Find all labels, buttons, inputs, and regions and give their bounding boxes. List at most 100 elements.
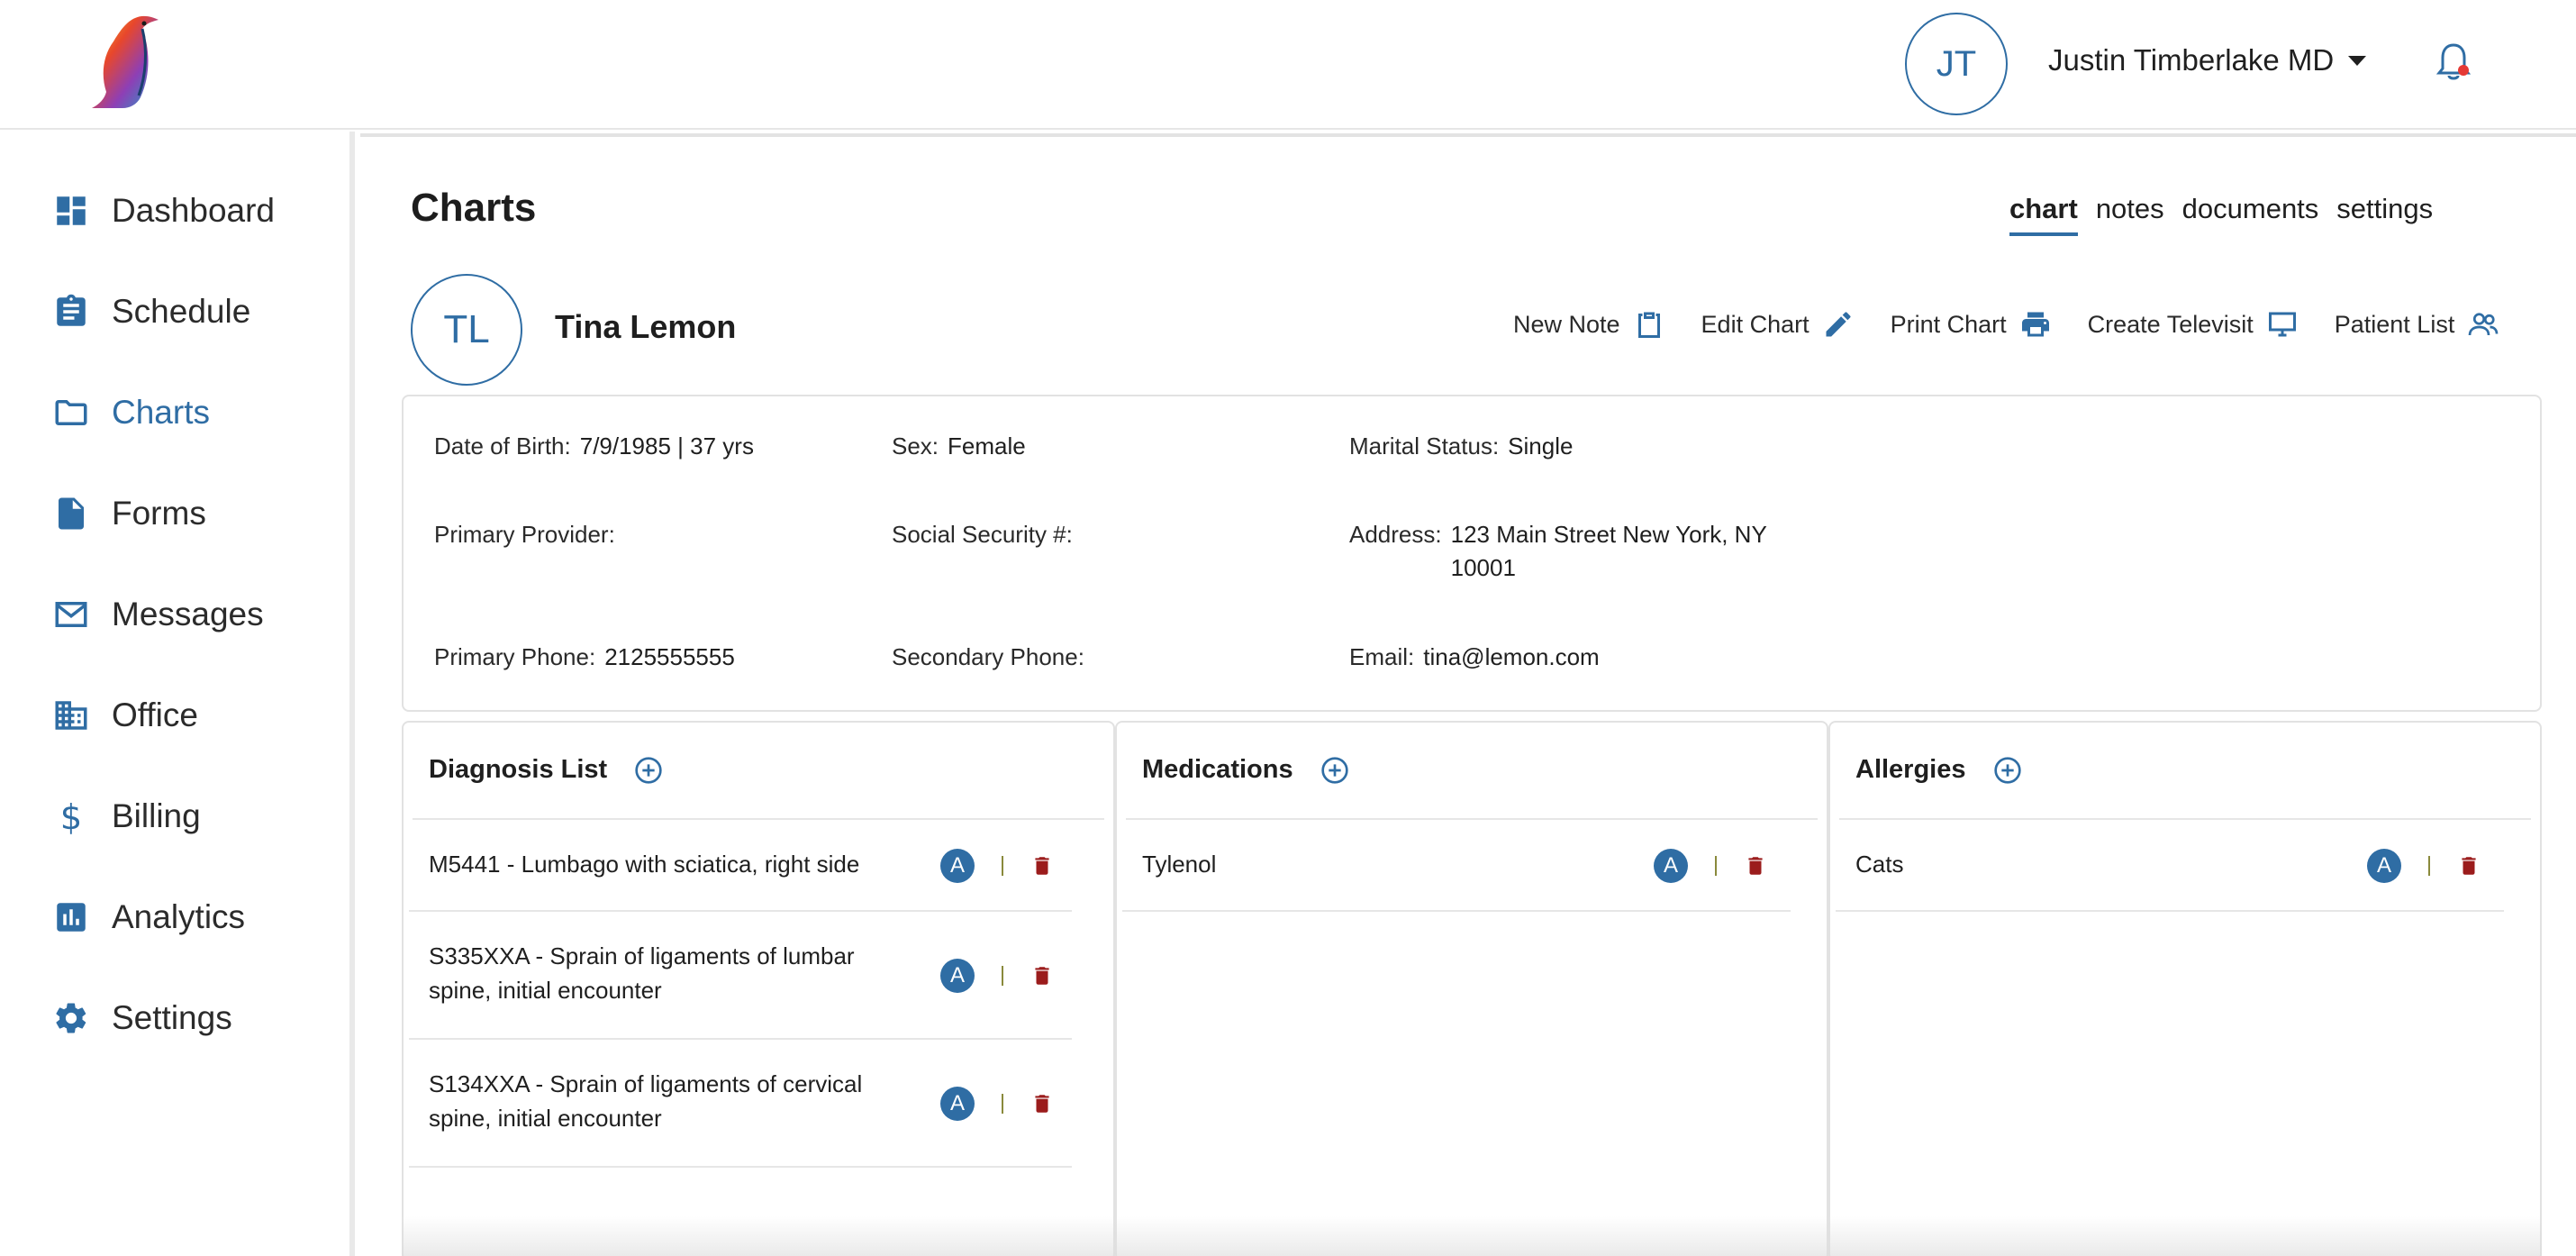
sidebar-item-schedule[interactable]: Schedule [52,285,250,339]
patient-list-button[interactable]: Patient List [2335,308,2500,341]
edit-chart-button[interactable]: Edit Chart [1701,308,1855,341]
row-tools: A [940,959,1054,993]
gear-icon [56,1003,86,1033]
diagnosis-line: S335XXA - Sprain of ligaments of lumbar [429,942,855,969]
divider [1715,856,1717,876]
sidebar-item-office[interactable]: Office [52,688,198,742]
diagnosis-list-header: Diagnosis List [429,755,663,785]
diagnosis-text: M5441 - Lumbago with sciatica, right sid… [429,847,859,881]
a-badge-button[interactable]: A [940,959,975,993]
row-tools: A [940,1087,1054,1121]
action-label: Print Chart [1890,310,2007,338]
trash-icon[interactable] [2457,853,2481,878]
patient-avatar: TL [411,274,522,386]
print-chart-button[interactable]: Print Chart [1891,308,2052,341]
sidebar-item-forms[interactable]: Forms [52,487,206,541]
row-tools: A [940,849,1054,883]
tab-documents[interactable]: documents [2182,193,2319,236]
dashboard-icon [57,196,86,225]
sidebar-item-label: Settings [112,999,232,1036]
sidebar-item-analytics[interactable]: Analytics [52,890,245,944]
add-circle-icon[interactable] [634,756,663,785]
sidebar-item-dashboard[interactable]: Dashboard [52,184,275,238]
list-item: Tylenol A [1122,820,1791,912]
sidebar-item-messages[interactable]: Messages [52,587,264,642]
divider [1002,856,1003,876]
field-value: tina@lemon.com [1423,643,1600,670]
sidebar-item-charts[interactable]: Charts [52,386,210,440]
bar-chart-icon [57,903,86,932]
user-avatar[interactable]: JT [1905,13,2008,115]
sidebar-item-billing[interactable]: $ Billing [52,789,201,843]
primary-provider-field: Primary Provider: [434,521,624,549]
sidebar-item-label: Office [112,696,198,733]
diagnosis-text: S335XXA - Sprain of ligaments of lumbar … [429,939,855,1007]
allergies-header: Allergies [1855,755,2022,785]
field-label: Email: [1349,643,1415,670]
notification-dot [2458,65,2469,76]
user-menu[interactable]: Justin Timberlake MD [2048,43,2367,77]
chart-actions: New Note Edit Chart Print Chart Create T… [1513,308,2499,341]
address-line: 10001 [1450,554,1516,581]
trash-icon[interactable] [1030,853,1054,878]
sidebar-item-label: Charts [112,394,210,431]
field-label: Social Security #: [892,521,1073,548]
top-bar: JT Justin Timberlake MD [0,0,2576,130]
penguin-logo-icon[interactable] [86,11,173,112]
sidebar: Dashboard Schedule Charts Forms Messages… [0,132,355,1256]
field-label: Secondary Phone: [892,643,1084,670]
diagnosis-line: spine, initial encounter [429,977,662,1004]
tab-chart[interactable]: chart [2009,193,2078,236]
pencil-icon [1826,312,1851,337]
clipboard-icon [1637,312,1660,338]
add-circle-icon[interactable] [1320,756,1349,785]
document-icon [59,497,84,530]
field-label: Date of Birth: [434,432,571,460]
ssn-field: Social Security #: [892,521,1082,549]
dob-field: Date of Birth: 7/9/1985 | 37 yrs [434,432,754,460]
field-value: 7/9/1985 | 37 yrs [579,432,754,460]
allergy-text: Cats [1855,851,1904,878]
medications-header: Medications [1142,755,1349,785]
action-label: Create Televisit [2087,310,2254,338]
trash-icon[interactable] [1744,853,1767,878]
dollar-icon: $ [60,797,83,835]
user-name: Justin Timberlake MD [2048,43,2335,77]
list-title: Diagnosis List [429,755,608,784]
diagnosis-list-card: Diagnosis List M5441 - Lumbago with scia… [402,721,1115,1256]
page-title: Charts [411,186,537,230]
create-televisit-button[interactable]: Create Televisit [2088,308,2299,341]
svg-text:$: $ [60,797,83,835]
a-badge-button[interactable]: A [940,849,975,883]
divider [1002,966,1003,986]
a-badge-button[interactable]: A [1654,849,1688,883]
notification-bell-icon[interactable] [2435,41,2472,83]
action-label: New Note [1513,310,1620,338]
sidebar-item-settings[interactable]: Settings [52,991,232,1045]
a-badge-button[interactable]: A [940,1087,975,1121]
sidebar-item-label: Messages [112,596,264,633]
tab-settings[interactable]: settings [2336,193,2433,236]
trash-icon[interactable] [1030,1091,1054,1116]
new-note-button[interactable]: New Note [1513,308,1665,341]
building-icon [55,701,87,730]
row-tools: A [2367,849,2481,883]
diagnosis-text: S134XXA - Sprain of ligaments of cervica… [429,1067,862,1135]
address-line: 123 Main Street New York, NY [1450,521,1767,548]
sidebar-item-label: Forms [112,495,206,532]
diagnosis-line: M5441 - Lumbago with sciatica, right sid… [429,851,860,878]
email-field: Email: tina@lemon.com [1349,643,1600,671]
secondary-phone-field: Secondary Phone: [892,643,1093,671]
marital-status-field: Marital Status: Single [1349,432,1573,460]
trash-icon[interactable] [1030,963,1054,988]
demographics-card: Date of Birth: 7/9/1985 | 37 yrs Sex: Fe… [402,395,2542,712]
primary-phone-field: Primary Phone: 2125555555 [434,643,735,671]
a-badge-button[interactable]: A [2367,849,2401,883]
diagnosis-line: S134XXA - Sprain of ligaments of cervica… [429,1070,863,1097]
medications-card: Medications Tylenol A [1115,721,1828,1256]
field-label: Primary Provider: [434,521,615,548]
add-circle-icon[interactable] [1993,756,2022,785]
list-item: S134XXA - Sprain of ligaments of cervica… [409,1040,1072,1168]
tab-notes[interactable]: notes [2096,193,2164,236]
people-icon [2468,313,2499,336]
